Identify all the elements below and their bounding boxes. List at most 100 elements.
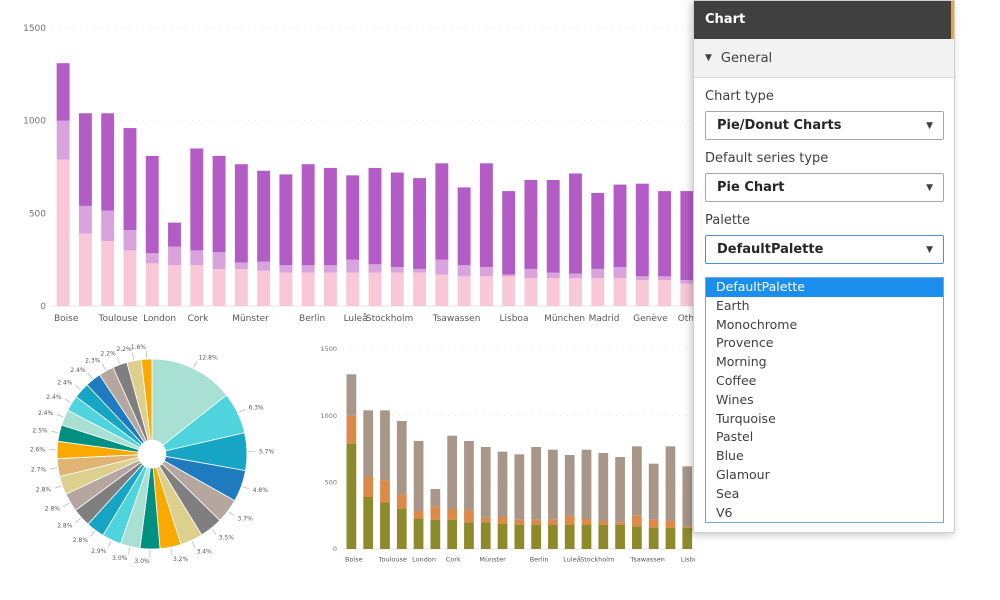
bar-segment	[168, 265, 181, 306]
pie-leader-line	[242, 486, 250, 490]
palette-option[interactable]: Provence	[706, 334, 943, 353]
pie-leader-line	[51, 431, 59, 434]
x-tick-label: Lisboa	[681, 556, 695, 564]
bar-segment	[413, 268, 427, 273]
bar-segment	[447, 509, 458, 520]
bar-segment	[413, 441, 424, 511]
bar-segment	[279, 174, 293, 266]
bar-segment	[632, 526, 642, 549]
bar-segment	[447, 435, 458, 509]
palette-dropdown[interactable]: DefaultPalette ▼	[705, 235, 944, 264]
bar-segment	[234, 262, 248, 269]
pie-slice-label: 2.7%	[31, 466, 47, 473]
x-tick-label: Toulouse	[378, 556, 407, 564]
bar-segment	[615, 457, 625, 523]
pie-leader-line	[132, 352, 135, 360]
section-general-toggle[interactable]: ▼ General	[694, 39, 954, 78]
bar-segment	[635, 276, 649, 281]
x-tick-label: Genève	[633, 313, 668, 324]
bar-segment	[301, 272, 315, 306]
bar-segment	[380, 410, 390, 481]
bar-segment	[390, 267, 404, 273]
pie-leader-line	[116, 356, 120, 364]
bar-segment	[323, 167, 337, 266]
bar-segment	[632, 515, 642, 527]
pie-leader-line	[75, 384, 81, 391]
bar-segment	[212, 155, 226, 253]
bar-segment	[390, 172, 404, 268]
pie-slice-label: 3.0%	[112, 555, 128, 562]
palette-option[interactable]: Coffee	[706, 372, 943, 391]
bar-segment	[591, 278, 605, 306]
bar-segment	[548, 519, 558, 525]
bar-segment	[632, 446, 642, 516]
palette-option[interactable]: Turquoise	[706, 410, 943, 429]
bar-segment	[123, 128, 137, 231]
y-tick-label: 1500	[320, 345, 337, 353]
bar-segment	[346, 443, 357, 549]
bar-segment	[413, 511, 424, 519]
bar-segment	[368, 272, 382, 306]
palette-label: Palette	[705, 213, 751, 228]
series-type-dropdown[interactable]: Pie Chart ▼	[705, 173, 944, 202]
bar-segment	[396, 494, 407, 509]
bar-segment	[457, 265, 471, 277]
bar-segment	[212, 268, 226, 306]
bar-segment	[546, 278, 560, 306]
bar-segment	[546, 272, 560, 279]
series-type-value: Pie Chart	[717, 180, 785, 195]
bar-segment	[648, 527, 659, 549]
x-tick-label: Toulouse	[98, 314, 139, 324]
palette-option[interactable]: Morning	[706, 353, 943, 372]
bar-segment	[279, 265, 293, 273]
bar-segment	[635, 183, 649, 277]
pie-slice-label: 5.7%	[259, 448, 275, 455]
bar-segment	[168, 246, 181, 266]
pie-leader-line	[63, 502, 70, 507]
bar-segment	[497, 451, 508, 517]
bar-segment	[514, 519, 525, 525]
bar-segment	[497, 523, 508, 549]
x-tick-label: Stockholm	[366, 314, 413, 324]
bar-segment	[435, 259, 449, 275]
palette-option[interactable]: V6	[706, 504, 943, 523]
palette-option[interactable]: Blue	[706, 447, 943, 466]
bar-segment	[346, 272, 360, 306]
caret-down-icon: ▼	[926, 120, 933, 131]
bar-segment	[123, 250, 137, 306]
palette-option[interactable]: Sea	[706, 485, 943, 504]
palette-option[interactable]: Wines	[706, 391, 943, 410]
palette-option[interactable]: Glamour	[706, 466, 943, 485]
bar-segment	[78, 233, 92, 306]
bar-segment	[447, 519, 458, 549]
x-tick-label: Berlin	[299, 314, 325, 324]
bar-segment	[665, 527, 676, 549]
bar-segment	[591, 268, 605, 279]
bar-segment	[346, 415, 357, 444]
pie-slice-label: 6.3%	[248, 405, 264, 412]
palette-option[interactable]: Monochrome	[706, 316, 943, 335]
bar-segment	[435, 274, 449, 306]
bar-segment	[564, 525, 575, 549]
chart-type-dropdown[interactable]: Pie/Donut Charts ▼	[705, 111, 944, 140]
pie-slice-label: 2.6%	[30, 446, 46, 453]
pie-leader-line	[228, 511, 235, 517]
palette-option[interactable]: DefaultPalette	[706, 278, 943, 297]
x-tick-label: Cork	[188, 314, 209, 324]
x-tick-label: Stockholm	[580, 556, 614, 564]
bar-segment	[413, 178, 427, 269]
pie-slice-label: 2.9%	[91, 548, 107, 555]
pie-slice-label: 3.7%	[238, 515, 254, 522]
bar-segment	[658, 191, 672, 277]
bar-segment	[457, 276, 471, 306]
bar-segment	[457, 187, 471, 266]
pie-slice-label: 2.4%	[38, 410, 54, 417]
bar-segment	[598, 453, 609, 521]
bar-segment	[101, 241, 115, 306]
bar-segment	[502, 191, 516, 275]
pie-leader-line	[107, 540, 112, 548]
palette-option[interactable]: Pastel	[706, 428, 943, 447]
properties-panel: Chart ▼ General Chart type Pie/Donut Cha…	[693, 0, 955, 533]
palette-option[interactable]: Earth	[706, 297, 943, 316]
bar-segment	[564, 455, 575, 516]
